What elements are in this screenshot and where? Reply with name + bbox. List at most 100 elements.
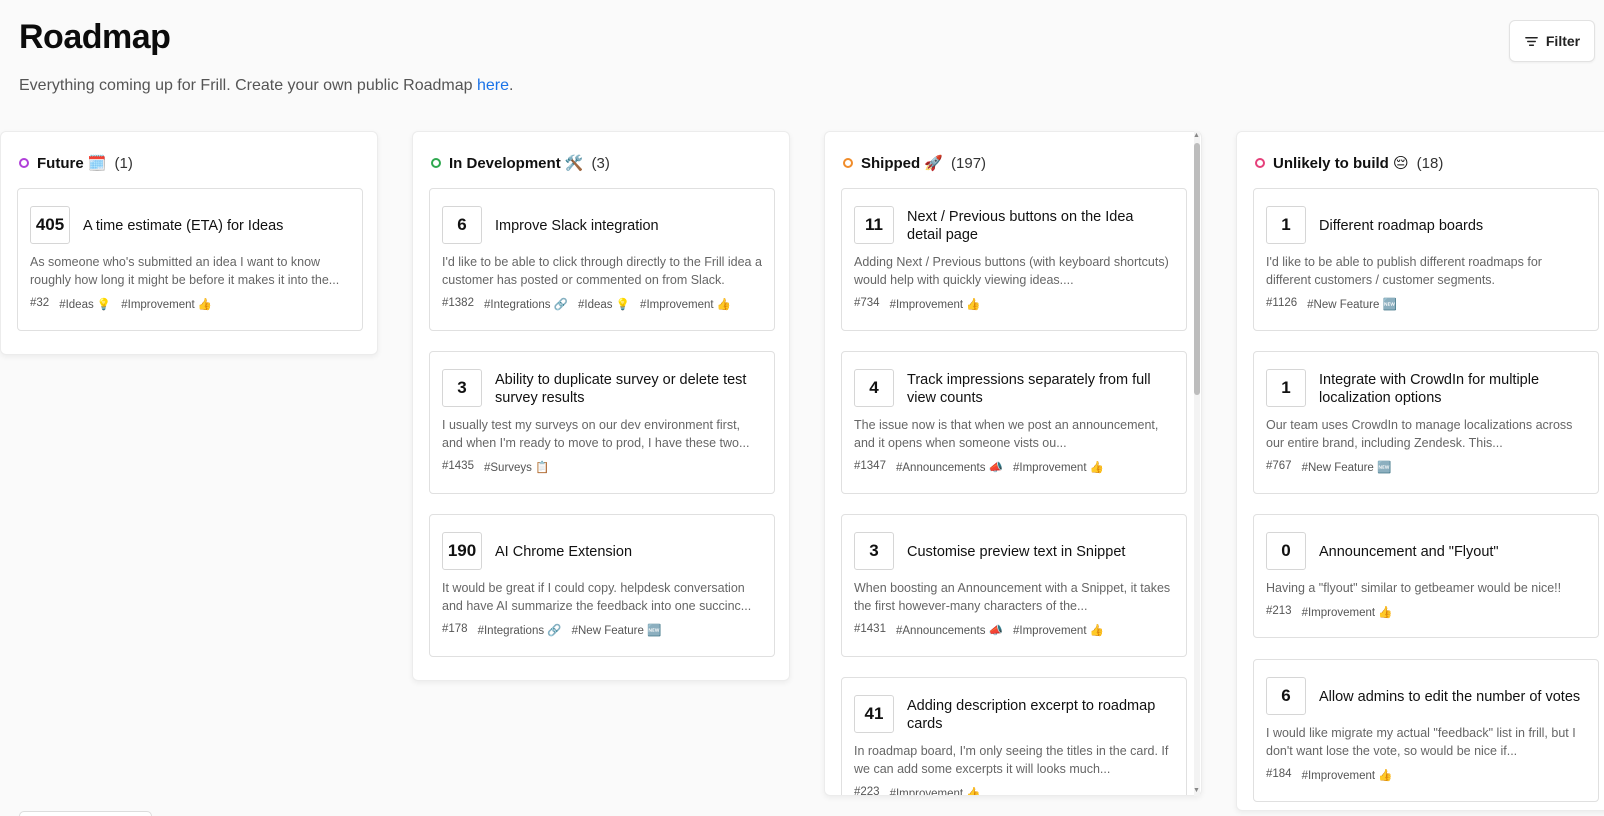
roadmap-card[interactable]: 3 Customise preview text in Snippet When… <box>841 514 1187 657</box>
filter-button[interactable]: Filter <box>1509 20 1595 62</box>
card-description: As someone who's submitted an idea I wan… <box>30 255 340 287</box>
tag: #Ideas 💡 <box>578 299 631 311</box>
column-title: In Development 🛠️ <box>449 155 584 172</box>
card-description: Having a "flyout" similar to getbeamer w… <box>1266 581 1562 595</box>
column-count: (197) <box>951 154 987 172</box>
card-description: Our team uses CrowdIn to manage localiza… <box>1266 418 1573 450</box>
vote-count[interactable]: 405 <box>30 206 70 244</box>
subtitle-text: Everything coming up for Frill. Create y… <box>19 77 477 94</box>
tag: #Improvement 👍 <box>640 299 732 311</box>
status-dot-icon <box>1255 158 1265 168</box>
card-tags: #1431 #Announcements 📣 #Improvement 👍 <box>854 623 1104 637</box>
roadmap-card[interactable]: 405 A time estimate (ETA) for Ideas As s… <box>17 188 363 331</box>
card-title: Announcement and "Flyout" <box>1319 544 1499 560</box>
card-title: Customise preview text in Snippet <box>907 544 1126 560</box>
tag: #New Feature 🆕 <box>1301 462 1392 474</box>
tag: #Improvement 👍 <box>889 788 981 796</box>
tag: #New Feature 🆕 <box>1307 299 1397 311</box>
vote-count[interactable]: 41 <box>854 695 894 733</box>
vote-count[interactable]: 1 <box>1266 206 1306 244</box>
card-tags: #1126 #New Feature 🆕 <box>1266 297 1397 311</box>
scroll-up-icon[interactable]: ▲ <box>1193 132 1200 140</box>
card-description: I'd like to be able to publish different… <box>1266 255 1542 287</box>
roadmap-card[interactable]: 1 Integrate with CrowdIn for multiple lo… <box>1253 351 1599 494</box>
column-shipped[interactable]: Shipped 🚀 (197) 11 Next / Previous butto… <box>824 131 1202 796</box>
vote-count[interactable]: 3 <box>854 532 894 570</box>
column-header: In Development 🛠️ (3) <box>431 154 610 172</box>
tag: #213 <box>1266 605 1292 617</box>
card-title: A time estimate (ETA) for Ideas <box>83 218 284 234</box>
tag: #Improvement 👍 <box>1301 607 1393 619</box>
card-title: Ability to duplicate survey or delete te… <box>495 372 747 406</box>
card-title: Track impressions separately from full v… <box>907 372 1151 406</box>
card-tags: #223 #Improvement 👍 <box>854 786 981 796</box>
column-header: Unlikely to build 😔 (18) <box>1255 154 1443 172</box>
tag: #1347 <box>854 460 886 472</box>
bottom-widget-button[interactable] <box>19 811 152 816</box>
vote-count[interactable]: 11 <box>854 206 894 244</box>
roadmap-card[interactable]: 6 Allow admins to edit the number of vot… <box>1253 659 1599 802</box>
column-future: Future 🗓️ (1) 405 A time estimate (ETA) … <box>0 131 378 355</box>
column-header: Shipped 🚀 (197) <box>843 154 986 172</box>
scrollbar-thumb[interactable] <box>1194 143 1200 395</box>
tag: #1382 <box>442 297 474 309</box>
card-title: Integrate with CrowdIn for multiple loca… <box>1319 372 1540 406</box>
tag: #Integrations 🔗 <box>483 299 568 311</box>
card-description: It would be great if I could copy. helpd… <box>442 581 752 613</box>
subtitle-suffix: . <box>509 77 514 94</box>
filter-label: Filter <box>1545 33 1581 49</box>
scroll-down-icon[interactable]: ▼ <box>1193 787 1200 795</box>
card-tags: #32 #Ideas 💡 #Improvement 👍 <box>30 297 212 311</box>
roadmap-card[interactable]: 4 Track impressions separately from full… <box>841 351 1187 494</box>
vote-count[interactable]: 6 <box>442 206 482 244</box>
column-title: Shipped 🚀 <box>861 155 944 172</box>
roadmap-card[interactable]: 1 Different roadmap boards I'd like to b… <box>1253 188 1599 331</box>
column-in-development: In Development 🛠️ (3) 6 Improve Slack in… <box>412 131 790 681</box>
tag: #Ideas 💡 <box>59 299 112 311</box>
tag: #Surveys 📋 <box>483 462 550 474</box>
roadmap-card[interactable]: 6 Improve Slack integration I'd like to … <box>429 188 775 331</box>
card-tags: #184 #Improvement 👍 <box>1266 768 1393 782</box>
roadmap-card[interactable]: 190 AI Chrome Extension It would be grea… <box>429 514 775 657</box>
vote-count[interactable]: 4 <box>854 369 894 407</box>
tag: #767 <box>1266 460 1292 472</box>
card-description: I would like migrate my actual "feedback… <box>1266 726 1576 758</box>
vote-count[interactable]: 0 <box>1266 532 1306 570</box>
card-description: I'd like to be able to click through dir… <box>442 255 762 287</box>
column-title: Unlikely to build 😔 <box>1273 155 1409 172</box>
roadmap-card[interactable]: 0 Announcement and "Flyout" Having a "fl… <box>1253 514 1599 638</box>
card-description: Adding Next / Previous buttons (with key… <box>854 255 1169 287</box>
roadmap-card[interactable]: 41 Adding description excerpt to roadmap… <box>841 677 1187 796</box>
card-description: In roadmap board, I'm only seeing the ti… <box>854 744 1169 776</box>
status-dot-icon <box>843 158 853 168</box>
card-tags: #1435 #Surveys 📋 <box>442 460 549 474</box>
create-roadmap-link[interactable]: here <box>477 77 509 94</box>
page-title: Roadmap <box>19 18 171 56</box>
tag: #184 <box>1266 768 1292 780</box>
vote-count[interactable]: 190 <box>442 532 482 570</box>
tag: #New Feature 🆕 <box>571 625 662 637</box>
card-tags: #767 #New Feature 🆕 <box>1266 460 1391 474</box>
card-tags: #1382 #Integrations 🔗 #Ideas 💡 #Improvem… <box>442 297 731 311</box>
column-count: (1) <box>114 154 133 172</box>
column-unlikely-to-build: Unlikely to build 😔 (18) 1 Different roa… <box>1236 131 1604 811</box>
card-title: Improve Slack integration <box>495 218 659 234</box>
card-title: Next / Previous buttons on the Idea deta… <box>907 209 1134 243</box>
card-description: When boosting an Announcement with a Sni… <box>854 581 1171 613</box>
roadmap-card[interactable]: 11 Next / Previous buttons on the Idea d… <box>841 188 1187 331</box>
column-count: (18) <box>1416 154 1444 172</box>
vote-count[interactable]: 3 <box>442 369 482 407</box>
vote-count[interactable]: 6 <box>1266 677 1306 715</box>
shipped-scrollbar[interactable]: ▲ ▼ <box>1192 131 1202 796</box>
card-title: AI Chrome Extension <box>495 544 633 560</box>
card-title: Allow admins to edit the number of votes <box>1319 689 1581 705</box>
roadmap-card[interactable]: 3 Ability to duplicate survey or delete … <box>429 351 775 494</box>
card-description: The issue now is that when we post an an… <box>854 418 1159 450</box>
tag: #Improvement 👍 <box>1013 625 1105 637</box>
vote-count[interactable]: 1 <box>1266 369 1306 407</box>
tag: #Improvement 👍 <box>1301 770 1393 782</box>
status-dot-icon <box>431 158 441 168</box>
tag: #Integrations 🔗 <box>477 625 562 637</box>
column-count: (3) <box>591 154 610 172</box>
tag: #178 <box>442 623 468 635</box>
